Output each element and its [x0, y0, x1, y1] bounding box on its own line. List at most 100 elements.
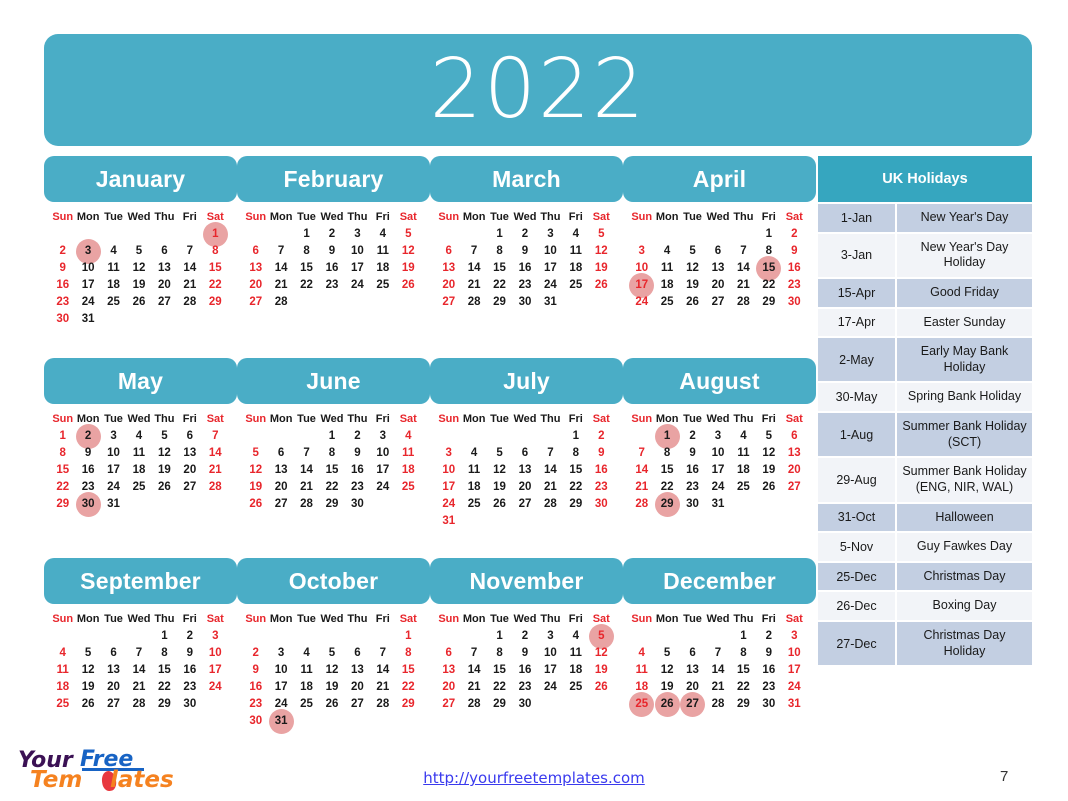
day-cell: 14 [208, 447, 222, 459]
day-cell: 22 [493, 279, 506, 291]
holiday-date: 15-Apr [818, 278, 895, 307]
day-cell: 17 [208, 664, 222, 676]
day-cell-empty [563, 696, 588, 713]
weekday-label-sun: Sun [245, 412, 267, 425]
day-cell: 27 [107, 698, 120, 710]
day-cell-empty [101, 628, 126, 645]
month-header: March [430, 156, 623, 202]
day-cell: 6 [791, 430, 798, 442]
holidays-table: UK Holidays 1-Jan New Year's Day 3-Jan New … [818, 156, 1032, 667]
day-cell: 9 [689, 447, 696, 459]
day-cell: 16 [594, 464, 608, 476]
day-cell: 2 [521, 228, 529, 240]
day-cell: 11 [402, 447, 415, 459]
week-row: 16 17 18 19 20 21 22 [243, 679, 421, 696]
day-cell: 1 [328, 430, 336, 442]
weekday-label-tue: Tue [683, 612, 702, 625]
week-row: 23 24 25 26 27 28 29 [243, 696, 421, 713]
holiday-name: Halloween [897, 503, 1032, 532]
day-cell: 14 [300, 464, 313, 476]
day-cell: 7 [547, 447, 554, 459]
day-cell-empty [345, 294, 370, 311]
day-cell: 20 [787, 464, 801, 476]
week-row: 26 27 28 29 30 [243, 496, 421, 513]
day-cell: 30 [762, 698, 776, 710]
day-cell: 29 [493, 698, 506, 710]
day-cell: 28 [467, 698, 481, 710]
day-cell: 21 [711, 681, 725, 693]
day-cell: 12 [686, 262, 699, 274]
day-cell: 16 [351, 464, 364, 476]
day-cell: 22 [493, 681, 506, 693]
day-cell: 30 [686, 498, 699, 510]
week-row: 6 7 8 9 10 11 12 [436, 243, 614, 260]
weekday-label-mon: Mon [76, 612, 100, 625]
week-row: 14 15 16 17 18 19 20 [629, 462, 807, 479]
day-cell-empty [345, 713, 370, 730]
month-header: January [44, 156, 237, 202]
day-cell-empty [243, 428, 268, 445]
week-row: 3 4 5 6 7 8 9 [436, 445, 614, 462]
day-cell: 5 [689, 245, 696, 257]
day-cell: 8 [496, 647, 503, 659]
day-cell: 2 [598, 430, 605, 442]
day-cell: 17 [544, 262, 557, 274]
weekday-label-tue: Tue [490, 412, 509, 425]
day-cell-empty [538, 696, 563, 713]
day-cell: 4 [379, 228, 387, 240]
month-header: August [623, 358, 816, 404]
year-banner: 2022 [44, 34, 1032, 146]
day-cell: 17 [376, 464, 390, 476]
weekday-header-row: Sun Mon Tue Wed Thu Fri Sat [629, 610, 807, 628]
page-number: 7 [1000, 768, 1009, 785]
day-cell: 4 [638, 647, 645, 659]
day-cell: 20 [518, 481, 532, 493]
day-cell: 23 [594, 481, 608, 493]
day-cell: 7 [135, 647, 143, 659]
day-cell: 27 [351, 698, 364, 710]
weekday-label-thu: Thu [540, 612, 561, 625]
day-cell: 22 [325, 481, 339, 493]
day-cell: 26 [686, 296, 699, 308]
weekday-label-thu: Thu [733, 612, 754, 625]
weekday-label-sat: Sat [592, 412, 610, 425]
day-cell: 9 [521, 245, 529, 257]
day-cell: 21 [737, 279, 750, 291]
week-row: 13 14 15 16 17 18 19 [436, 662, 614, 679]
day-cell: 14 [635, 464, 649, 476]
day-cell: 19 [249, 481, 263, 493]
holiday-name: Christmas Day Holiday [897, 622, 1032, 666]
week-row: 123 4 5 6 7 [50, 424, 228, 449]
day-cell: 26 [594, 681, 608, 693]
day-cell: 24 [107, 481, 120, 493]
week-row: 22 23 24 25 26 27 28 [50, 479, 228, 496]
day-cell: 21 [635, 481, 649, 493]
day-cell: 12 [249, 464, 263, 476]
day-cell: 26 [158, 481, 171, 493]
weekday-label-mon: Mon [269, 210, 293, 223]
weekday-label-mon: Mon [269, 412, 293, 425]
day-cell-empty [538, 428, 563, 445]
day-cell: 6 [521, 447, 529, 459]
day-cell: 17 [274, 681, 288, 693]
day-cell: 12 [158, 447, 171, 459]
day-cell: 20 [274, 481, 288, 493]
week-row: 12 [629, 226, 807, 243]
day-cell: 21 [544, 481, 557, 493]
day-cell-empty [152, 226, 177, 243]
day-cell-empty [436, 226, 461, 243]
month-block-september: September Sun Mon Tue Wed Thu Fri Sat 1 2 3 4 5 6 7 8 9 1… [44, 558, 237, 730]
day-cell: 20 [183, 464, 197, 476]
day-cell: 23 [56, 296, 70, 308]
month-name: November [469, 567, 584, 594]
day-cell: 1 [161, 630, 168, 642]
day-cell: 24 [711, 481, 725, 493]
site-url-link[interactable]: http://yourfreetemplates.com [0, 769, 1068, 787]
weekday-label-wed: Wed [127, 612, 151, 625]
day-cell: 31 [544, 296, 557, 308]
day-cell: 4 [135, 430, 143, 442]
day-cell: 9 [252, 664, 259, 676]
week-row: 12 13 14 15 16 17 18 [243, 462, 421, 479]
day-cell: 4 [303, 647, 310, 659]
day-cell: 31 [81, 313, 95, 325]
